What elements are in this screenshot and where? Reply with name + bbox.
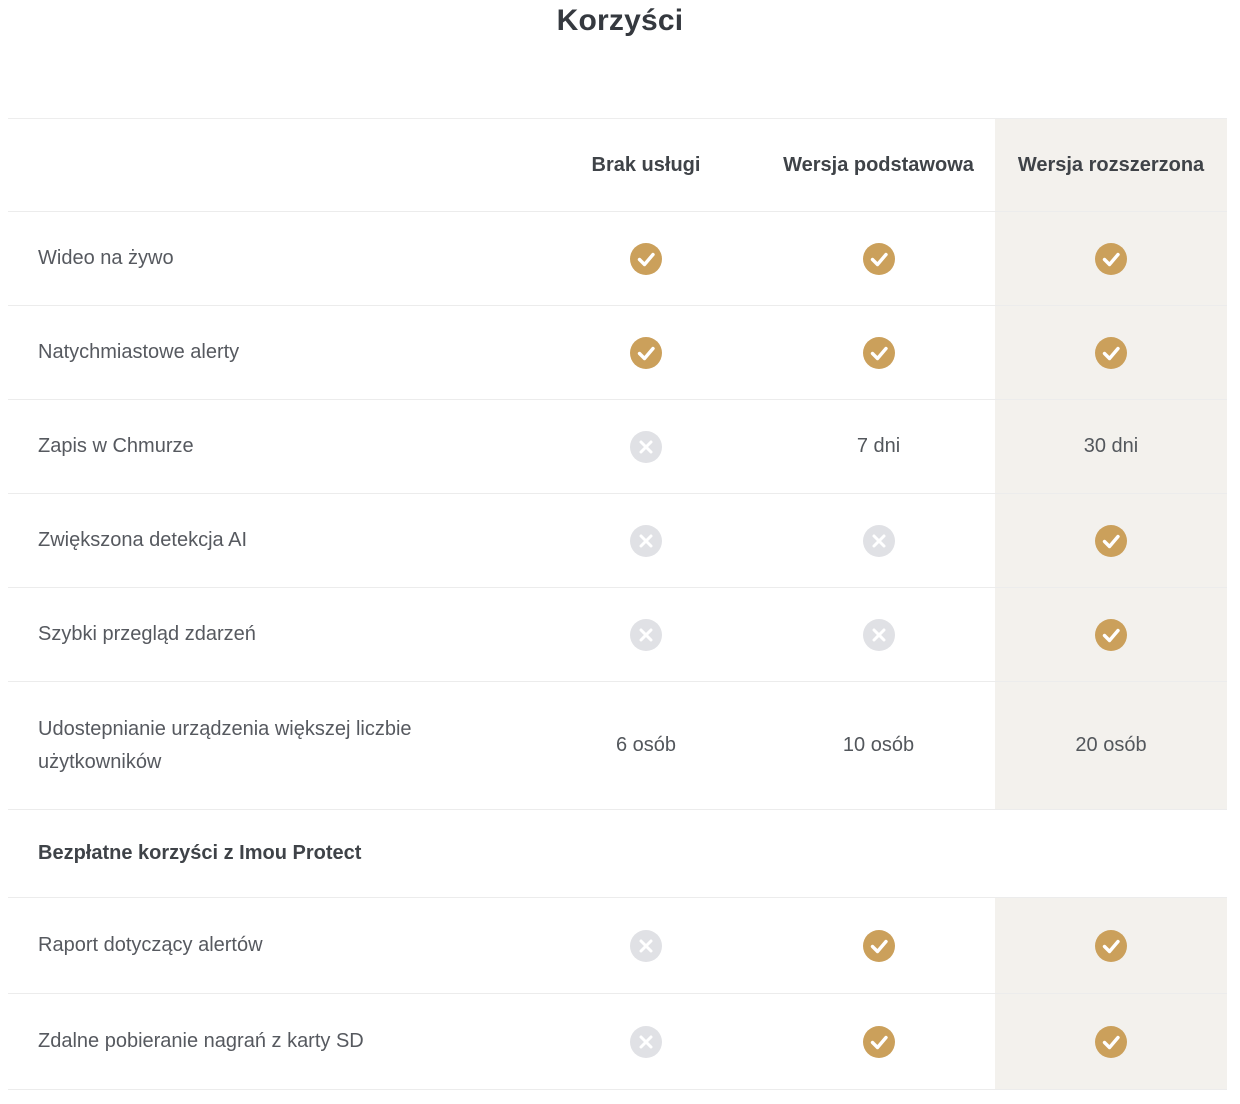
table-row: Zdalne pobieranie nagrań z karty SD — [8, 994, 1227, 1090]
table-row: Szybki przegląd zdarzeń — [8, 588, 1227, 682]
column-header-label: Brak usługi — [592, 154, 701, 177]
row-label-cell: Natychmiastowe alerty — [8, 306, 530, 399]
cell-value: 20 osób — [1075, 734, 1146, 757]
value-cell — [762, 212, 995, 305]
page-title: Korzyści — [557, 0, 684, 42]
table-row: Zwiększona detekcja AI — [8, 494, 1227, 588]
value-cell — [995, 494, 1227, 587]
value-cell — [995, 212, 1227, 305]
value-cell — [530, 306, 762, 399]
value-cell — [530, 588, 762, 681]
value-cell: 30 dni — [995, 400, 1227, 493]
check-icon — [1095, 243, 1127, 275]
check-icon — [1095, 619, 1127, 651]
value-cell — [995, 994, 1227, 1089]
value-cell: 7 dni — [762, 400, 995, 493]
table-row: Wideo na żywo — [8, 212, 1227, 306]
value-cell — [995, 898, 1227, 993]
cross-icon — [863, 525, 895, 557]
cross-icon — [630, 431, 662, 463]
header-cell-empty — [8, 119, 530, 211]
value-cell: 20 osób — [995, 682, 1227, 809]
value-cell: 10 osób — [762, 682, 995, 809]
row-label-cell: Udostepnianie urządzenia większej liczbi… — [8, 682, 530, 809]
row-label: Zwiększona detekcja AI — [38, 524, 247, 557]
row-label: Wideo na żywo — [38, 242, 174, 275]
value-cell — [530, 898, 762, 993]
cell-value: 6 osób — [616, 734, 676, 757]
cross-icon — [630, 525, 662, 557]
value-cell: 6 osób — [530, 682, 762, 809]
check-icon — [1095, 930, 1127, 962]
check-icon — [863, 337, 895, 369]
table-row: Raport dotyczący alertów — [8, 898, 1227, 994]
column-header: Wersja rozszerzona — [995, 119, 1227, 211]
check-icon — [863, 930, 895, 962]
table-row: Natychmiastowe alerty — [8, 306, 1227, 400]
row-label-cell: Zwiększona detekcja AI — [8, 494, 530, 587]
row-label-cell: Raport dotyczący alertów — [8, 898, 530, 993]
row-label-cell: Zapis w Chmurze — [8, 400, 530, 493]
row-label-cell: Szybki przegląd zdarzeń — [8, 588, 530, 681]
cell-value: 30 dni — [1084, 435, 1139, 458]
check-icon — [630, 337, 662, 369]
check-icon — [863, 1026, 895, 1058]
check-icon — [1095, 337, 1127, 369]
row-label: Natychmiastowe alerty — [38, 336, 239, 369]
table-row: Zapis w Chmurze 7 dni 30 dni — [8, 400, 1227, 494]
section-header: Bezpłatne korzyści z Imou Protect — [8, 810, 1227, 897]
section-header-label: Bezpłatne korzyści z Imou Protect — [38, 837, 361, 870]
table-row: Udostepnianie urządzenia większej liczbi… — [8, 682, 1227, 810]
row-label: Udostepnianie urządzenia większej liczbi… — [38, 713, 490, 779]
value-cell — [762, 898, 995, 993]
value-cell — [762, 494, 995, 587]
column-header: Wersja podstawowa — [762, 119, 995, 211]
value-cell — [530, 400, 762, 493]
column-header-label: Wersja podstawowa — [783, 154, 974, 177]
check-icon — [630, 243, 662, 275]
cross-icon — [863, 619, 895, 651]
cell-value: 10 osób — [843, 734, 914, 757]
value-cell — [762, 588, 995, 681]
value-cell — [530, 994, 762, 1089]
cross-icon — [630, 1026, 662, 1058]
cross-icon — [630, 619, 662, 651]
section-header-row: Bezpłatne korzyści z Imou Protect — [8, 810, 1227, 898]
row-label: Szybki przegląd zdarzeń — [38, 618, 256, 651]
value-cell — [530, 212, 762, 305]
value-cell — [995, 306, 1227, 399]
table-header-row: Brak usługi Wersja podstawowa Wersja rozsz… — [8, 119, 1227, 212]
check-icon — [1095, 1026, 1127, 1058]
column-header: Brak usługi — [530, 119, 762, 211]
cross-icon — [630, 930, 662, 962]
cell-value: 7 dni — [857, 435, 900, 458]
row-label: Raport dotyczący alertów — [38, 929, 263, 962]
row-label: Zdalne pobieranie nagrań z karty SD — [38, 1025, 364, 1058]
row-label: Zapis w Chmurze — [38, 430, 194, 463]
row-label-cell: Wideo na żywo — [8, 212, 530, 305]
check-icon — [863, 243, 895, 275]
check-icon — [1095, 525, 1127, 557]
row-label-cell: Zdalne pobieranie nagrań z karty SD — [8, 994, 530, 1089]
value-cell — [762, 306, 995, 399]
benefits-table: Brak usługi Wersja podstawowa Wersja rozsz… — [8, 118, 1227, 1090]
value-cell — [530, 494, 762, 587]
value-cell — [762, 994, 995, 1089]
value-cell — [995, 588, 1227, 681]
page-header: Korzyści — [0, 0, 1240, 118]
column-header-label: Wersja rozszerzona — [1018, 154, 1204, 177]
